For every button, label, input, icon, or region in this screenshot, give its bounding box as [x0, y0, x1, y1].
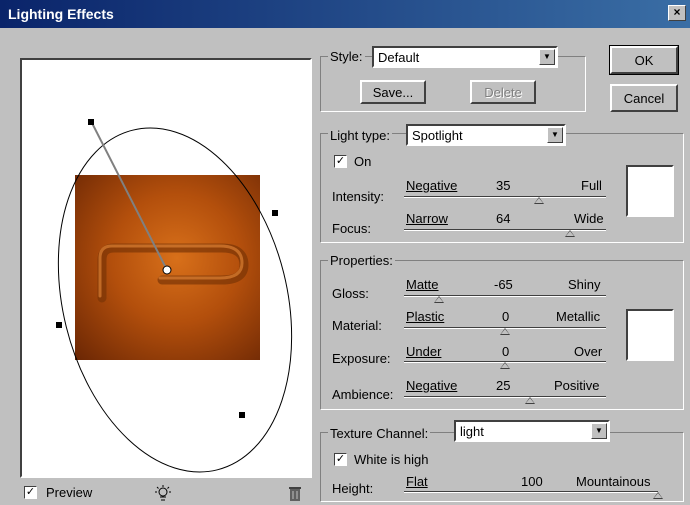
style-select-value: Default [378, 50, 420, 65]
window-titlebar: Lighting Effects × [0, 0, 690, 28]
intensity-slider[interactable] [404, 196, 606, 198]
exposure-min-label: Under [406, 344, 442, 359]
focus-min-label: Narrow [406, 211, 448, 226]
close-icon[interactable]: × [668, 5, 686, 21]
ellipse-handle-bottom [239, 412, 245, 418]
preview-label: Preview [46, 485, 93, 500]
focus-max-label: Wide [574, 211, 604, 226]
focus-slider[interactable] [404, 229, 606, 231]
material-label: Material: [332, 318, 382, 333]
ellipse-handle-right [272, 210, 278, 216]
texture-channel-select[interactable]: light ▼ [454, 420, 610, 442]
preview-canvas[interactable] [20, 58, 312, 478]
light-on-label: On [354, 154, 372, 169]
chevron-down-icon[interactable]: ▼ [539, 49, 555, 65]
exposure-max-label: Over [574, 344, 603, 359]
focus-label: Focus: [332, 221, 372, 236]
intensity-max-label: Full [581, 178, 602, 193]
ambience-label: Ambience: [332, 387, 394, 402]
material-thumb[interactable] [500, 328, 510, 335]
focus-thumb[interactable] [564, 230, 575, 237]
ambience-slider[interactable] [404, 396, 606, 398]
height-slider[interactable] [404, 491, 658, 493]
gloss-max-label: Shiny [568, 277, 601, 292]
spotlight-overlay[interactable] [22, 60, 312, 478]
gloss-min-label: Matte [406, 277, 439, 292]
height-min-label: Flat [406, 474, 428, 489]
delete-button[interactable]: Delete [470, 80, 536, 104]
gloss-label: Gloss: [332, 286, 369, 301]
height-label: Height: [332, 481, 374, 496]
white-is-high-checkbox[interactable]: ✓ [334, 453, 347, 466]
light-type-label: Light type: [328, 128, 392, 143]
style-label: Style: [328, 49, 365, 64]
focus-value: 64 [496, 211, 511, 226]
properties-title: Properties: [328, 253, 395, 268]
material-min-label: Plastic [406, 309, 445, 324]
intensity-min-label: Negative [406, 178, 458, 193]
ambience-min-label: Negative [406, 378, 458, 393]
ellipse-handle-top [88, 119, 94, 125]
material-max-label: Metallic [556, 309, 601, 324]
window-title: Lighting Effects [8, 6, 114, 22]
ok-button[interactable]: OK [609, 45, 679, 75]
light-ellipse [57, 127, 293, 473]
lightbulb-icon[interactable] [152, 484, 174, 502]
gloss-thumb[interactable] [434, 296, 445, 303]
exposure-thumb[interactable] [500, 362, 510, 369]
ambience-value: 25 [496, 378, 511, 393]
light-type-select-value: Spotlight [412, 128, 463, 143]
texture-channel-label: Texture Channel: [328, 426, 431, 441]
intensity-label: Intensity: [332, 189, 385, 204]
height-max-label: Mountainous [576, 474, 651, 489]
ambience-max-label: Positive [554, 378, 600, 393]
gloss-value: -65 [494, 277, 513, 292]
light-color-swatch[interactable] [626, 165, 674, 217]
chevron-down-icon[interactable]: ▼ [547, 127, 563, 143]
height-thumb[interactable] [653, 492, 663, 499]
light-on-checkbox[interactable]: ✓ [334, 155, 347, 168]
emboss-logo [97, 243, 249, 303]
exposure-value: 0 [502, 344, 510, 359]
trash-icon[interactable] [286, 484, 304, 502]
cancel-button[interactable]: Cancel [610, 84, 678, 112]
intensity-value: 35 [496, 178, 511, 193]
white-is-high-label: White is high [354, 452, 429, 467]
light-center-handle [162, 265, 172, 275]
style-select[interactable]: Default ▼ [372, 46, 558, 68]
height-value: 100 [521, 474, 543, 489]
light-type-select[interactable]: Spotlight ▼ [406, 124, 566, 146]
preview-bar: ✓ Preview [20, 484, 312, 502]
chevron-down-icon[interactable]: ▼ [591, 423, 607, 439]
save-button[interactable]: Save... [360, 80, 426, 104]
ambience-thumb[interactable] [525, 397, 536, 404]
texture-channel-value: light [460, 424, 484, 439]
preview-checkbox[interactable]: ✓ [24, 486, 37, 499]
exposure-label: Exposure: [332, 351, 391, 366]
material-value: 0 [502, 309, 510, 324]
ellipse-handle-left [56, 322, 62, 328]
intensity-thumb[interactable] [534, 197, 545, 204]
ambient-color-swatch[interactable] [626, 309, 674, 361]
